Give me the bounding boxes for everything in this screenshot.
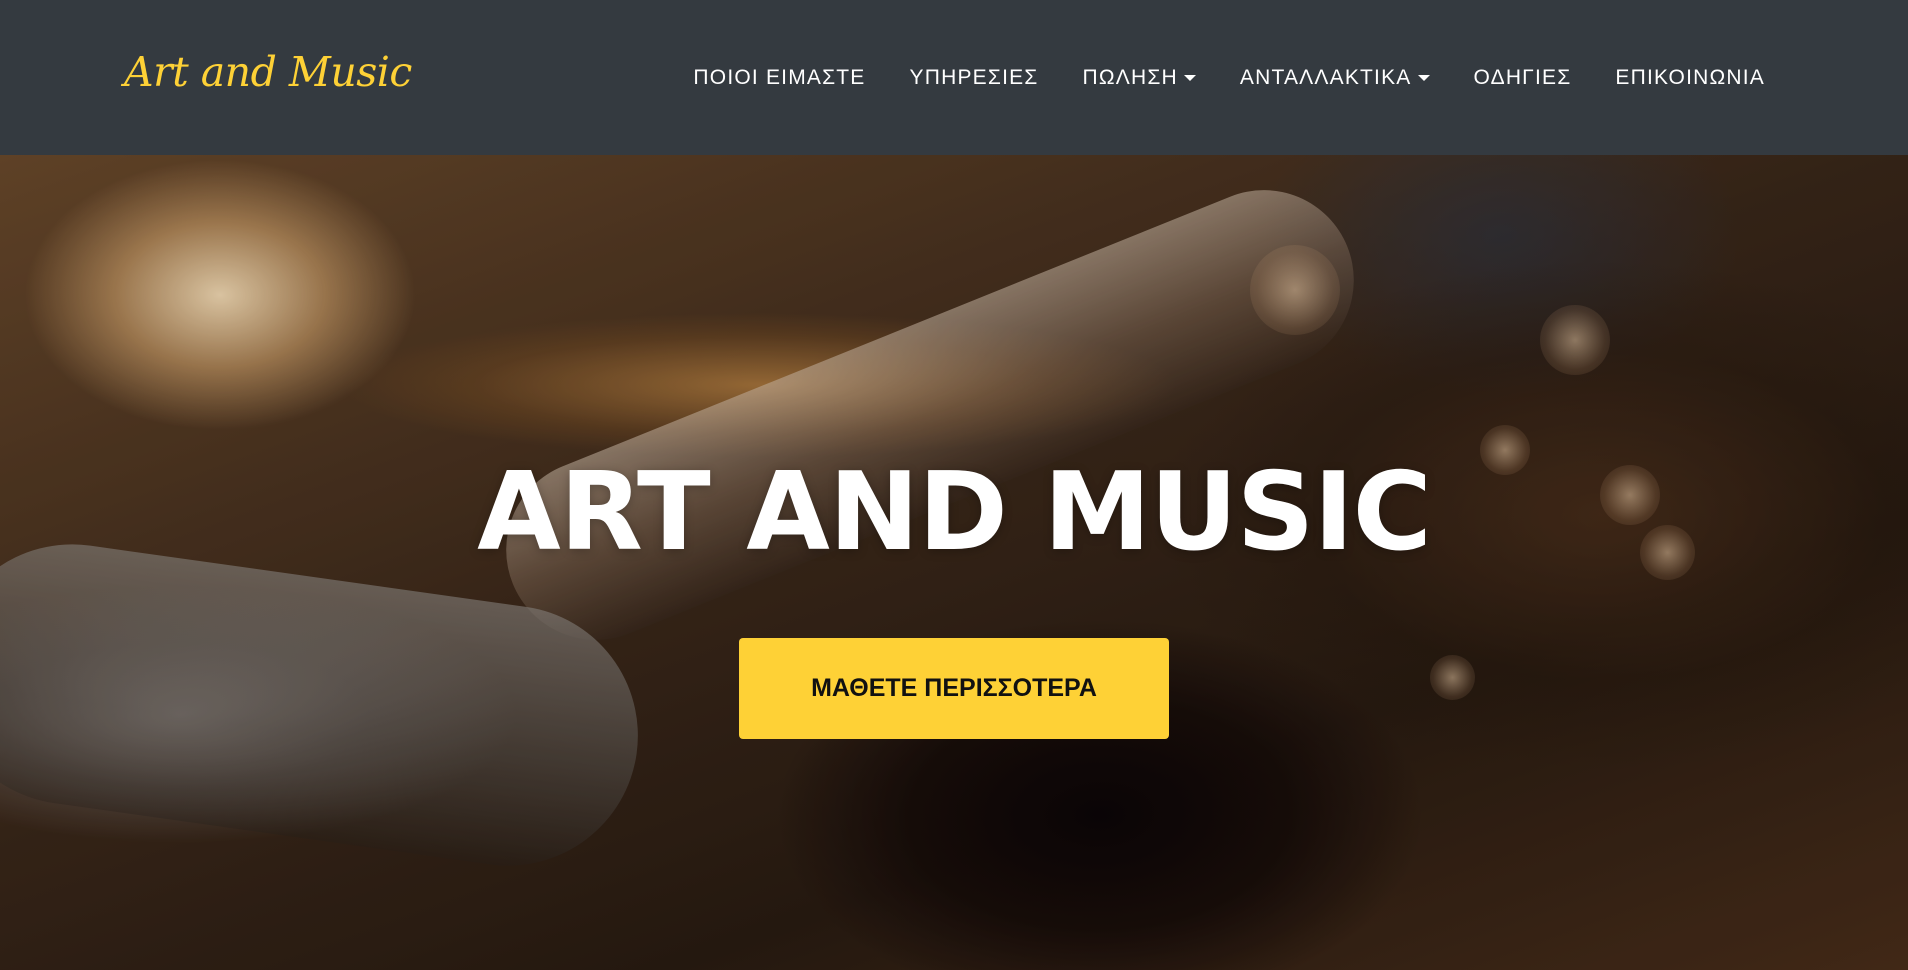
- nav-item-label: ΟΔΗΓΙΕΣ: [1473, 65, 1572, 89]
- caret-down-icon: [1417, 74, 1430, 81]
- nav-item-label: ΠΟΙΟΙ ΕΙΜΑΣΤΕ: [693, 65, 866, 89]
- nav-item-label: ΑΝΤΑΛΛΑΚΤΙΚΑ: [1239, 65, 1412, 89]
- nav-item-who-we-are[interactable]: ΠΟΙΟΙ ΕΙΜΑΣΤΕ: [671, 66, 887, 90]
- navbar: Art and Music ΠΟΙΟΙ ΕΙΜΑΣΤΕ ΥΠΗΡΕΣΙΕΣ ΠΩ…: [0, 0, 1908, 155]
- caret-down-icon: [1183, 74, 1196, 81]
- nav-item-contact[interactable]: ΕΠΙΚΟΙΝΩΝΙΑ: [1593, 66, 1765, 90]
- learn-more-button[interactable]: ΜΑΘΕΤΕ ΠΕΡΙΣΣΟΤΕΡΑ: [739, 638, 1169, 739]
- nav-item-label: ΠΩΛΗΣΗ: [1082, 65, 1178, 89]
- nav-item-services[interactable]: ΥΠΗΡΕΣΙΕΣ: [888, 66, 1061, 90]
- nav-item-spare-parts-dropdown[interactable]: ΑΝΤΑΛΛΑΚΤΙΚΑ: [1218, 66, 1452, 90]
- hero-section: ART AND MUSIC ΜΑΘΕΤΕ ΠΕΡΙΣΣΟΤΕΡΑ: [0, 155, 1908, 970]
- nav-item-label: ΕΠΙΚΟΙΝΩΝΙΑ: [1615, 65, 1765, 89]
- main-nav: ΠΟΙΟΙ ΕΙΜΑΣΤΕ ΥΠΗΡΕΣΙΕΣ ΠΩΛΗΣΗ ΑΝΤΑΛΛΑΚΤ…: [671, 0, 1765, 155]
- nav-item-sales-dropdown[interactable]: ΠΩΛΗΣΗ: [1061, 66, 1218, 90]
- nav-item-instructions[interactable]: ΟΔΗΓΙΕΣ: [1452, 66, 1594, 90]
- hero-title: ART AND MUSIC: [477, 450, 1432, 575]
- nav-item-label: ΥΠΗΡΕΣΙΕΣ: [909, 65, 1039, 89]
- brand-logo-link[interactable]: Art and Music: [124, 48, 412, 96]
